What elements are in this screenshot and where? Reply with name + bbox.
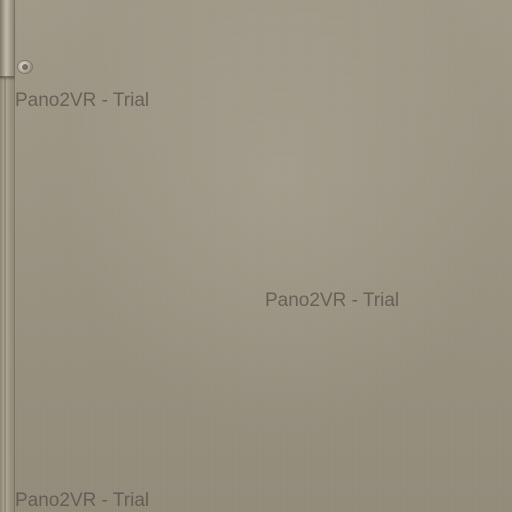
trial-watermark: Pano2VR - Trial — [265, 290, 400, 311]
hinge — [0, 0, 14, 78]
texture-overlay — [0, 0, 512, 512]
trial-watermark: Pano2VR - Trial — [15, 490, 150, 511]
trial-watermark: Pano2VR - Trial — [15, 90, 150, 111]
panorama-view[interactable]: Pano2VR - Trial Pano2VR - Trial Pano2VR … — [0, 0, 512, 512]
screw — [18, 61, 32, 73]
